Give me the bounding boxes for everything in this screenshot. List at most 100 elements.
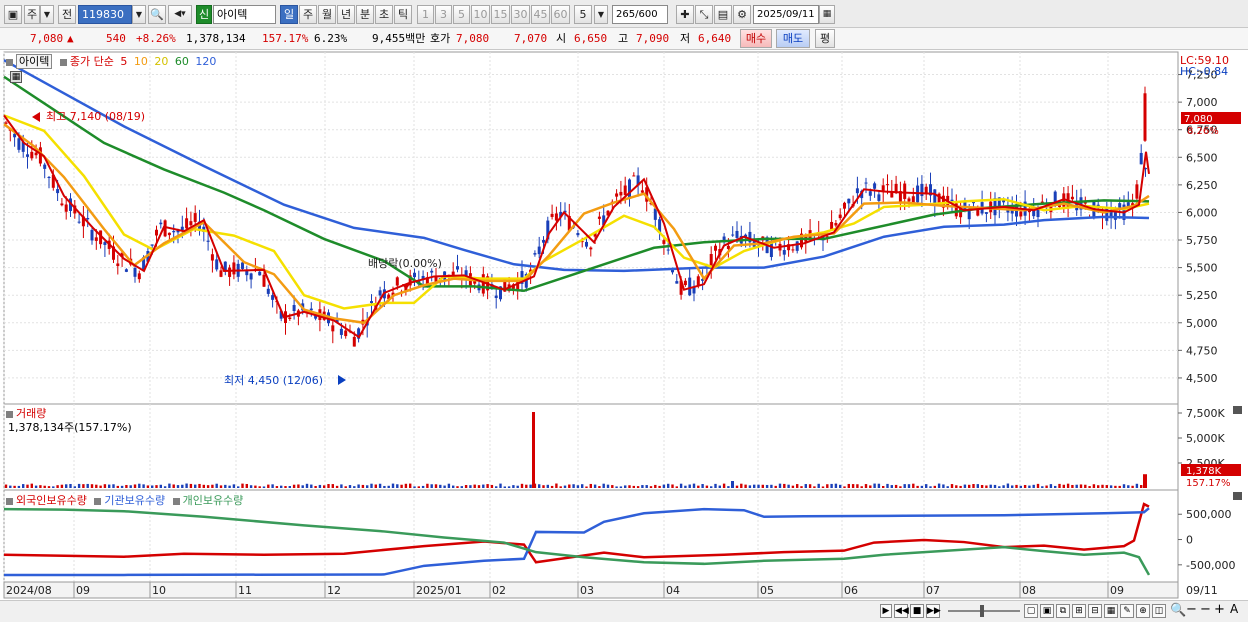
overlay-icon[interactable]: ⊞	[1072, 604, 1086, 618]
period-tab-4[interactable]: 분	[356, 5, 374, 24]
period-tab-0[interactable]: 일	[280, 5, 298, 24]
interval-button-0[interactable]: 1	[417, 5, 434, 24]
x-tick-label: 11	[238, 584, 252, 597]
rewind-icon[interactable]: ◀◀	[894, 604, 909, 618]
eval-button[interactable]: 평	[815, 29, 835, 48]
stock-code-input[interactable]: 119830	[78, 5, 132, 24]
market-dropdown-icon[interactable]: ▼	[40, 5, 54, 24]
volume-bar	[138, 483, 141, 488]
date-field[interactable]: 2025/09/11	[753, 5, 819, 24]
compare-icon[interactable]: ⧉	[1056, 604, 1070, 618]
ruler-icon[interactable]: ⊟	[1088, 604, 1102, 618]
holding-panel-close-icon[interactable]	[1233, 492, 1242, 500]
stock-name-field[interactable]: 아이텍	[213, 5, 276, 24]
candle-body	[210, 254, 214, 261]
period-tab-3[interactable]: 년	[337, 5, 355, 24]
candle-body	[249, 273, 253, 280]
interval-dropdown-icon[interactable]: ▼	[594, 5, 608, 24]
print-icon[interactable]: ▤	[714, 5, 732, 24]
volume-bar	[86, 483, 89, 488]
zoom-in-icon[interactable]: +	[1214, 602, 1225, 617]
candle-body	[395, 277, 399, 286]
stock-legend-label[interactable]: 아이텍	[16, 54, 53, 69]
volume-bar	[323, 485, 326, 488]
period-tab-6[interactable]: 틱	[394, 5, 412, 24]
volume-panel-close-icon[interactable]	[1233, 406, 1242, 414]
minus-icon[interactable]: −	[1200, 602, 1211, 617]
note-icon[interactable]: ✎	[1120, 604, 1134, 618]
save-icon[interactable]: ⊕	[1136, 604, 1150, 618]
volume-bar	[980, 485, 984, 488]
zoom-slider-handle[interactable]	[980, 605, 984, 617]
volume-bar	[30, 483, 33, 488]
market-select[interactable]: 주	[24, 5, 40, 24]
price-tick-label: 6,250	[1186, 179, 1218, 192]
volume-bar	[202, 484, 205, 488]
candle-body	[537, 246, 541, 255]
speaker-icon[interactable]: ◀▾	[168, 5, 192, 24]
period-tab-2[interactable]: 월	[318, 5, 336, 24]
ma-title[interactable]: 종가 단순	[70, 55, 114, 68]
price-legend: 아이텍 종가 단순 5 10 20 60 120	[6, 53, 216, 69]
zoom-tool-icon[interactable]: ⤡	[695, 5, 713, 24]
volume-last-tag: 1,378K	[1186, 466, 1222, 477]
interval-button-4[interactable]: 15	[491, 5, 510, 24]
gear-icon[interactable]: ⚙	[733, 5, 751, 24]
candle-body	[843, 202, 846, 209]
x-tick-label: 09	[76, 584, 90, 597]
count-field[interactable]: 265/600	[612, 5, 668, 24]
buy-button[interactable]: 매수	[740, 29, 772, 48]
zoom-search-icon[interactable]: 🔍	[1170, 603, 1186, 618]
chart-canvas[interactable]: 7,2507,0006,7506,5006,2506,0005,7505,500…	[0, 50, 1248, 600]
individual-holding-label[interactable]: 개인보유수량	[183, 494, 244, 507]
calendar-icon[interactable]: ▦	[819, 5, 835, 24]
interval-value[interactable]: 5	[574, 5, 592, 24]
volume-bar	[1058, 483, 1061, 488]
code-dropdown-icon[interactable]: ▼	[132, 5, 146, 24]
volume-bar	[624, 485, 627, 488]
volume-bar	[662, 484, 666, 488]
interval-button-6[interactable]: 45	[531, 5, 550, 24]
table-icon[interactable]: ▦	[10, 71, 22, 83]
candle-body	[735, 230, 739, 238]
grid-icon[interactable]: ▦	[1104, 604, 1118, 618]
zoom-slider-track[interactable]	[948, 610, 1020, 612]
scroll-right-icon[interactable]: ▶	[880, 604, 892, 618]
fast-forward-icon[interactable]: ▶▶	[926, 604, 941, 618]
interval-button-2[interactable]: 5	[453, 5, 470, 24]
interval-button-1[interactable]: 3	[435, 5, 452, 24]
low-label: 저	[680, 32, 691, 45]
volume-bar	[550, 485, 554, 488]
interval-button-3[interactable]: 10	[471, 5, 490, 24]
prev-button[interactable]: 전	[58, 5, 76, 24]
volume-bar	[430, 484, 433, 488]
split-icon[interactable]: ▣	[1040, 604, 1054, 618]
period-tab-5[interactable]: 초	[375, 5, 393, 24]
sell-button[interactable]: 매도	[776, 29, 810, 48]
volume-bar	[611, 485, 614, 488]
period-tab-1[interactable]: 주	[299, 5, 317, 24]
volume-bar	[9, 485, 12, 488]
volume-bar	[77, 483, 81, 488]
volume-bar	[378, 483, 382, 488]
stop-icon[interactable]: ■	[910, 604, 924, 618]
candle-body	[950, 199, 954, 202]
foreign-holding-label[interactable]: 외국인보유수량	[16, 494, 87, 507]
crosshair-icon[interactable]: ✚	[676, 5, 694, 24]
institution-holding-label[interactable]: 기관보유수량	[104, 494, 165, 507]
search-icon[interactable]: 🔍	[148, 5, 166, 24]
chart-area[interactable]: 7,250 7,000 6,750 6,500 6,250 6,000 5,750 5,500…	[0, 50, 1248, 600]
interval-button-5[interactable]: 30	[511, 5, 530, 24]
x-tick-label: 06	[844, 584, 858, 597]
layout-icon[interactable]: ▢	[1024, 604, 1038, 618]
window-icon[interactable]: ▣	[4, 5, 22, 24]
zoom-out-icon[interactable]: −	[1186, 602, 1197, 617]
snapshot-icon[interactable]: ◫	[1152, 604, 1166, 618]
candle-body	[241, 262, 244, 269]
volume-bar	[434, 484, 438, 488]
volume-bar	[701, 484, 704, 488]
interval-button-7[interactable]: 60	[551, 5, 570, 24]
candle-body	[167, 232, 171, 236]
font-size-icon[interactable]: A	[1230, 602, 1238, 616]
candle-body	[731, 234, 735, 236]
